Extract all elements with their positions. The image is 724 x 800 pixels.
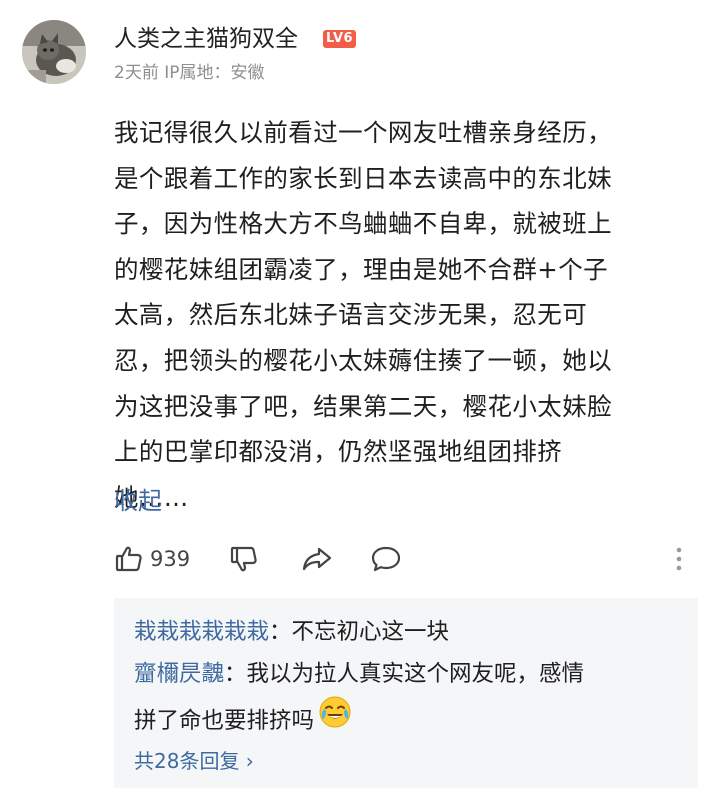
username[interactable]: 人类之主猫狗双全 xyxy=(114,24,298,54)
like-count: 939 xyxy=(150,547,191,571)
reply-text: 拼了命也要排挤吗 xyxy=(134,708,315,734)
comment-line: 子，因为性格大方不鸟蛐蛐不自卑，就被班上 xyxy=(114,209,612,239)
thumbs-up-icon xyxy=(115,546,142,572)
level-badge: LV6 xyxy=(323,30,357,48)
reply-item[interactable]: 齏檷昃魗：我以为拉人真实这个网友呢，感情 xyxy=(134,654,584,694)
avatar[interactable] xyxy=(22,20,86,84)
reply-author[interactable]: 齏檷昃魗 xyxy=(134,661,224,687)
crying-laughing-face-icon xyxy=(318,695,352,742)
post-meta: 2天前 IP属地：安徽 xyxy=(114,63,265,83)
comment-line: 为这把没事了吧，结果第二天，樱花小太妹脸 xyxy=(114,391,612,421)
vertical-dots-icon xyxy=(676,547,682,571)
share-arrow-icon xyxy=(302,547,332,571)
view-all-replies-link[interactable]: 共28条回复 › xyxy=(134,746,254,776)
comment-line: 她…… xyxy=(114,482,189,512)
reply-text: 我以为拉人真实这个网友呢，感情 xyxy=(246,661,585,687)
reply-separator: ： xyxy=(224,661,247,687)
dislike-button[interactable] xyxy=(229,537,259,581)
reply-separator: ： xyxy=(269,619,292,645)
comment-line: 太高，然后东北妹子语言交涉无果，忍无可 xyxy=(114,300,588,330)
reply-button[interactable] xyxy=(370,537,402,581)
reply-item[interactable]: 栽栽栽栽栽栽：不忘初心这一块 xyxy=(134,612,449,652)
collapse-button[interactable]: 收起 xyxy=(114,484,162,518)
like-button[interactable]: 939 xyxy=(114,537,190,581)
comment-line: 我记得很久以前看过一个网友吐槽亲身经历， xyxy=(114,118,612,147)
reply-author[interactable]: 栽栽栽栽栽栽 xyxy=(134,619,269,645)
comment-body: 我记得很久以前看过一个网友吐槽亲身经历， 是个跟着工作的家长到日本去读高中的东北… xyxy=(114,110,699,520)
share-button[interactable] xyxy=(301,537,333,581)
comment-actions: 939 xyxy=(114,537,694,581)
reply-text: 不忘初心这一块 xyxy=(291,619,450,645)
reply-preview-box[interactable]: 栽栽栽栽栽栽：不忘初心这一块 齏檷昃魗：我以为拉人真实这个网友呢，感情 拼了命也… xyxy=(114,598,698,788)
more-options-button[interactable] xyxy=(674,537,684,581)
comment-line: 是个跟着工作的家长到日本去读高中的东北妹 xyxy=(114,163,612,193)
comment-line: 忍，把领头的樱花小太妹薅住揍了一顿，她以 xyxy=(114,345,612,375)
comment-line: 上的巴掌印都没消，仍然坚强地组团排挤 xyxy=(114,437,563,467)
comment-line: 的樱花妹组团霸凌了，理由是她不合群+个子 xyxy=(114,254,609,284)
speech-bubble-icon xyxy=(371,546,401,572)
thumbs-down-icon xyxy=(230,546,257,572)
reply-item-continued: 拼了命也要排挤吗 xyxy=(134,695,352,745)
cat-avatar-icon xyxy=(22,20,86,84)
